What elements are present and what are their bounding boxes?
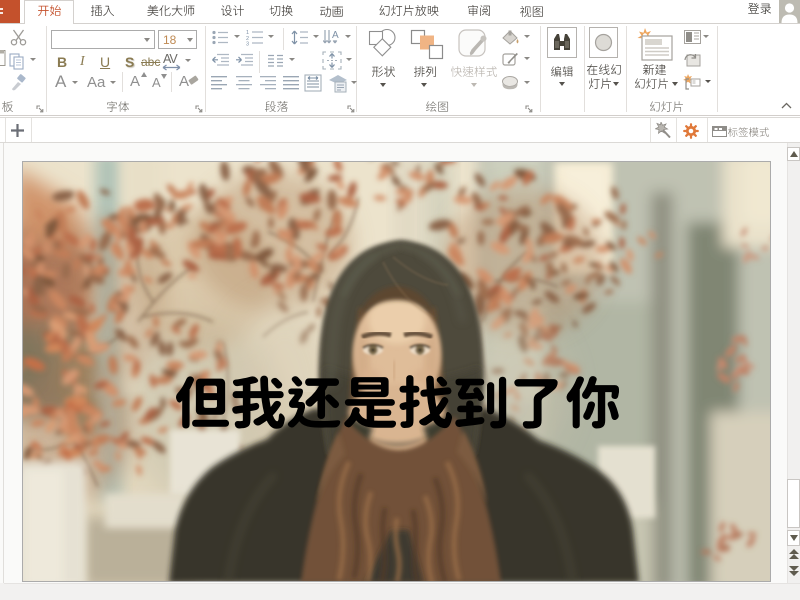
svg-text:A: A: [332, 30, 339, 41]
svg-text:3: 3: [246, 42, 249, 47]
